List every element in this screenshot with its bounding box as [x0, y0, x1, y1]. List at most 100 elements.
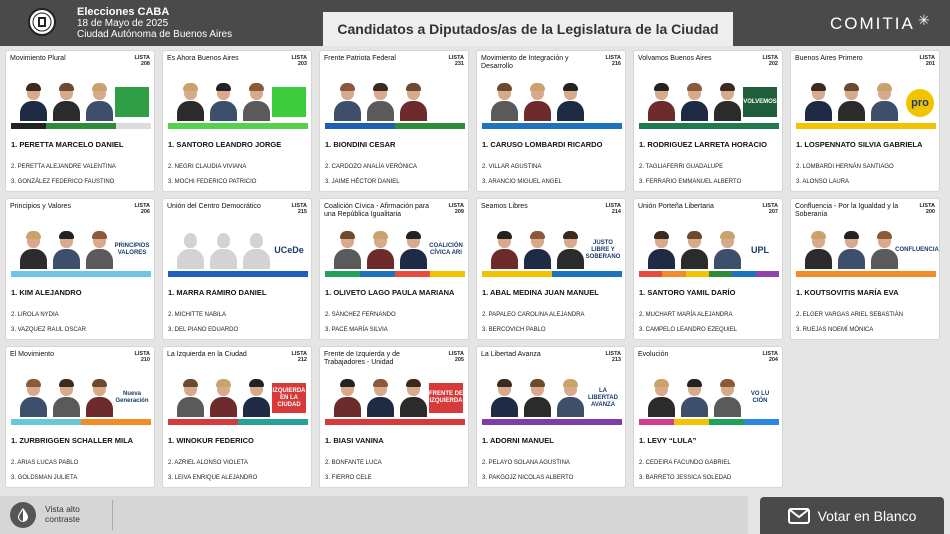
- candidate-photo: [52, 81, 80, 121]
- party-card[interactable]: Unión Porteña Libertaria LISTA 207 UPL 1. SA…: [633, 198, 783, 340]
- candidate-2: 2. TAGLIAFERRI GUADALUPE: [639, 164, 724, 170]
- list-number-value: 204: [768, 357, 778, 363]
- party-card[interactable]: Seamos Libres LISTA 214 JUSTO LIBRE Y SOBER…: [476, 198, 626, 340]
- candidate-photo: [242, 229, 270, 269]
- lead-candidate: 1. CARUSO LOMBARDI RICARDO: [482, 140, 603, 149]
- candidate-photos: [11, 79, 151, 121]
- photo-body: [871, 249, 898, 269]
- blank-vote-button[interactable]: Votar en Blanco: [760, 497, 944, 534]
- party-card[interactable]: Volvamos Buenos Aires LISTA 202 VOLVEMOS 1. …: [633, 50, 783, 192]
- party-card[interactable]: Confluencia - Por la Igualdad y la Sober…: [790, 198, 940, 340]
- candidate-photo: [19, 81, 47, 121]
- candidate-photo: [52, 377, 80, 417]
- contrast-toggle-icon[interactable]: [10, 502, 36, 528]
- photo-hair: [340, 83, 355, 91]
- party-color-stripe: [168, 123, 308, 129]
- candidate-photos: FRENTE DE IZQUIERDA: [325, 375, 465, 417]
- stripe-segment: [430, 271, 465, 277]
- candidate-2: 2. PELAYO SOLANA AGUSTINA: [482, 460, 570, 466]
- photo-hair: [373, 379, 388, 387]
- photo-head: [217, 233, 230, 248]
- candidate-photo: [523, 81, 551, 121]
- lead-candidate: 1. BIASI VANINA: [325, 436, 384, 445]
- photo-body: [53, 101, 80, 121]
- party-card[interactable]: La Libertad Avanza LISTA 213 LA LIBERTAD AV…: [476, 346, 626, 488]
- party-card[interactable]: Principios y Valores LISTA 206 PRINCIPIOS V…: [5, 198, 155, 340]
- candidate-photos: COALICIÓN CÍVICA ARI: [325, 227, 465, 269]
- stripe-segment: [325, 271, 360, 277]
- candidate-3: 3. MOCHI FEDERICO PATRICIO: [168, 179, 257, 185]
- photo-body: [648, 249, 675, 269]
- stripe-segment: [325, 419, 465, 425]
- party-card[interactable]: El Movimiento LISTA 210 Nueva Generación 1. …: [5, 346, 155, 488]
- photo-body: [20, 249, 47, 269]
- photo-hair: [59, 83, 74, 91]
- stripe-segment: [11, 271, 151, 277]
- lead-candidate: 1. KOUTSOVITIS MARÍA EVA: [796, 288, 899, 297]
- photo-head: [184, 233, 197, 248]
- stripe-segment: [46, 123, 81, 129]
- stripe-segment: [482, 271, 552, 277]
- list-number: LISTA 204: [763, 351, 778, 363]
- election-name: Elecciones CABA: [77, 6, 170, 18]
- candidate-photos: IZQUIERDA EN LA CIUDAD: [168, 375, 308, 417]
- photo-hair: [563, 379, 578, 387]
- candidate-photos: pro: [796, 79, 936, 121]
- candidate-photo: [242, 377, 270, 417]
- party-card[interactable]: Movimiento de Integración y Desarrollo LI…: [476, 50, 626, 192]
- list-number-value: 208: [140, 61, 150, 67]
- candidate-3: 3. FIERRO CELE: [325, 475, 372, 481]
- party-card[interactable]: Evolución LISTA 204 VO LU CIÓN 1. LEVY “LULA…: [633, 346, 783, 488]
- list-number: LISTA 200: [920, 203, 935, 215]
- photo-hair: [877, 231, 892, 239]
- page-title: Candidatos a Diputados/as de la Legislat…: [323, 12, 733, 46]
- photo-body: [681, 101, 708, 121]
- photo-hair: [720, 83, 735, 91]
- photo-hair: [373, 83, 388, 91]
- election-jurisdiction: Ciudad Autónoma de Buenos Aires: [77, 29, 233, 40]
- party-logo: FRENTE DE IZQUIERDA: [429, 383, 463, 413]
- candidate-photos: LA LIBERTAD AVANZA: [482, 375, 622, 417]
- candidate-3: 3. BARRETO JESSICA SOLEDAD: [639, 475, 732, 481]
- list-number-value: 207: [768, 209, 778, 215]
- party-name: La Izquierda en la Ciudad: [167, 351, 247, 358]
- list-number: LISTA 210: [135, 351, 150, 363]
- candidate-3: 3. LEIVA ENRIQUE ALEJANDRO: [168, 475, 258, 481]
- candidate-photo: [490, 81, 518, 121]
- party-card[interactable]: Coalición Cívica - Afirmación para una R…: [319, 198, 469, 340]
- candidate-photo: [490, 377, 518, 417]
- stripe-segment: [709, 419, 744, 425]
- candidate-photos: [168, 79, 308, 121]
- party-card[interactable]: Unión del Centro Democrático LISTA 215 UCeD…: [162, 198, 312, 340]
- candidate-2: 2. VILLAR AGUSTINA: [482, 164, 542, 170]
- candidate-photos: JUSTO LIBRE Y SOBERANO: [482, 227, 622, 269]
- candidate-grid: Movimiento Plural LISTA 208 1. PERETTA MARC…: [5, 50, 945, 490]
- party-name: Coalición Cívica - Afirmación para una R…: [324, 203, 430, 218]
- party-card[interactable]: Movimiento Plural LISTA 208 1. PERETTA MARC…: [5, 50, 155, 192]
- party-card[interactable]: La Izquierda en la Ciudad LISTA 212 IZQUIER…: [162, 346, 312, 488]
- stripe-segment: [11, 123, 46, 129]
- header-bar: Elecciones CABA 18 de Mayo de 2025 Ciuda…: [0, 0, 950, 46]
- party-logo: UCeDe: [272, 235, 306, 265]
- candidate-photo: [209, 377, 237, 417]
- high-contrast-toggle[interactable]: Vista alto contraste: [45, 504, 105, 524]
- party-logo: [429, 87, 463, 117]
- candidate-3: 3. ARANCIO MIGUEL ANGEL: [482, 179, 562, 185]
- party-card[interactable]: Es Ahora Buenos Aires LISTA 203 1. SANTORO …: [162, 50, 312, 192]
- candidate-photo: [399, 81, 427, 121]
- photo-hair: [687, 83, 702, 91]
- list-number-value: 202: [768, 61, 778, 67]
- party-card[interactable]: Frente de Izquierda y de Trabajadores - …: [319, 346, 469, 488]
- photo-body: [805, 101, 832, 121]
- party-logo: PRINCIPIOS VALORES: [115, 235, 149, 265]
- photo-body: [714, 397, 741, 417]
- party-logo: CONFLUENCIA: [895, 235, 939, 265]
- party-card[interactable]: Buenos Aires Primero LISTA 201 pro 1. LOSPEN…: [790, 50, 940, 192]
- photo-hair: [530, 379, 545, 387]
- list-number-value: 206: [140, 209, 150, 215]
- lead-candidate: 1. BIONDINI CESAR: [325, 140, 396, 149]
- party-color-stripe: [796, 271, 936, 277]
- party-card[interactable]: Frente Patriota Federal LISTA 231 1. BIONDI…: [319, 50, 469, 192]
- list-number-value: 213: [611, 357, 621, 363]
- candidate-photo: [837, 229, 865, 269]
